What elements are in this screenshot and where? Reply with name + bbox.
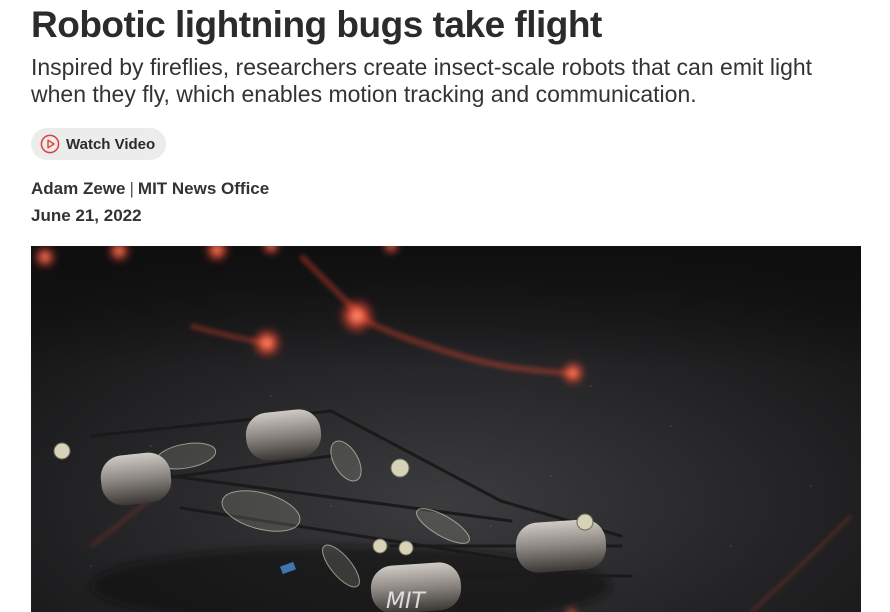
byline: Adam Zewe | MIT News Office (31, 178, 269, 200)
article-headline: Robotic lightning bugs take flight (31, 4, 602, 45)
hero-image: MIT (31, 246, 861, 612)
article-page: Robotic lightning bugs take flight Inspi… (0, 0, 890, 612)
svg-text:MIT: MIT (386, 589, 426, 612)
author-link[interactable]: Adam Zewe (31, 179, 125, 198)
article-subheadline: Inspired by fireflies, researchers creat… (31, 54, 813, 107)
watch-video-label: Watch Video (66, 135, 156, 153)
watch-video-button[interactable]: Watch Video (31, 128, 167, 160)
publish-date: June 21, 2022 (31, 206, 142, 225)
office-name: MIT News Office (137, 179, 270, 198)
byline-separator: | (129, 179, 134, 198)
play-circle-icon (40, 134, 60, 154)
robot-photo-illustration: MIT (31, 246, 861, 612)
